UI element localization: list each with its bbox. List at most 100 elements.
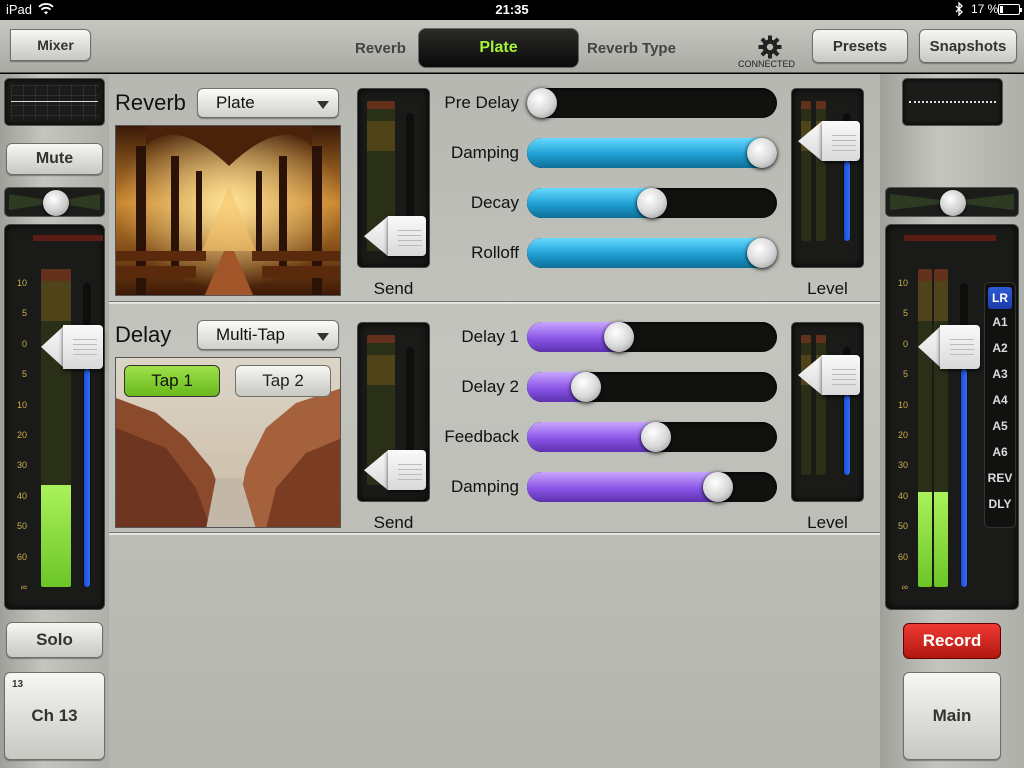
reverb-type-dropdown[interactable]: Plate [197,88,339,118]
solo-button[interactable]: Solo [6,622,103,658]
channel-fader-handle[interactable] [41,324,103,369]
slider-knob[interactable] [571,372,601,402]
section-divider [109,533,880,535]
delay-level-label: Level [807,513,848,532]
clock: 21:35 [495,2,529,17]
slider-knob[interactable] [641,422,672,452]
bus-item-a6[interactable]: A6 [985,439,1015,465]
reverb-level-fader-panel [791,88,864,268]
delay-send-label: Send [373,513,414,532]
scale-tick-label: 0 [21,338,27,349]
bus-item-a3[interactable]: A3 [985,361,1015,387]
scale-tick-label: 50 [16,521,27,532]
snapshots-button[interactable]: Snapshots [919,29,1017,63]
reverb-param-row: Damping [409,138,787,170]
mute-button[interactable]: Mute [6,143,103,175]
delay-param-label: Feedback [444,427,519,446]
reverb-level-fader-handle[interactable] [798,121,860,162]
scale-tick-label: 10 [16,278,27,288]
back-to-mixer-button[interactable]: Mixer [10,29,91,61]
slider-knob[interactable] [703,472,733,502]
delay-param-row: Delay 2 [409,372,787,404]
delay-param-slider[interactable] [527,422,777,452]
status-bar: iPad 21:35 17 % [0,0,1024,20]
slider-knob[interactable] [747,238,777,268]
right-main-strip: 10 5 0 5 10 20 30 40 50 60 ∞ LR A1 A2 A3 A4 A5 A6 REV DLY … [880,74,1024,768]
scale-tick-label: 30 [16,460,27,471]
bluetooth-icon [955,2,963,16]
battery-fill [1000,6,1004,13]
fader-scale: 10 5 0 5 10 20 30 40 50 60 ∞ [5,225,27,611]
delay-type-dropdown[interactable]: Multi-Tap [197,320,339,350]
main-meter-r [934,269,948,587]
bus-item-a2[interactable]: A2 [985,335,1015,361]
delay-param-slider[interactable] [527,472,777,502]
battery-icon [998,4,1022,15]
reverb-param-slider[interactable] [527,188,777,218]
scale-tick-label: 30 [897,460,908,471]
bus-item-dly[interactable]: DLY [985,491,1015,517]
bus-item-rev[interactable]: REV [985,465,1015,491]
main-eq-thumbnail[interactable] [902,78,1003,126]
reverb-label: Reverb [355,40,406,57]
slider-knob[interactable] [747,138,777,168]
main-mix-button[interactable]: Main [903,672,1001,760]
scale-tick-label: 20 [897,430,908,440]
pan-control[interactable] [4,187,105,217]
eq-thumbnail[interactable] [4,78,105,126]
reverb-param-row: Decay [409,188,787,220]
presets-button[interactable]: Presets [812,29,908,63]
main-pan-knob[interactable] [940,190,966,216]
battery-percent: 17 % [971,2,999,16]
left-channel-strip: Mute 10 5 0 5 10 20 30 40 50 60 ∞ Solo 13 Ch 13 [0,74,109,768]
slider-knob[interactable] [604,322,634,352]
scale-tick-label: 40 [16,490,27,501]
slider-knob[interactable] [527,88,557,118]
scale-tick-label: 60 [897,551,908,562]
scale-tick-label: 10 [897,278,908,288]
delay-param-row: Damping [409,472,787,504]
reverb-type-label: Reverb Type [587,40,676,57]
main-fader-handle[interactable] [918,324,980,369]
bus-selector: LR A1 A2 A3 A4 A5 A6 REV DLY [984,282,1016,528]
scale-tick-label: 0 [902,338,908,349]
bus-item-a4[interactable]: A4 [985,387,1015,413]
delay-param-label: Damping [450,477,519,496]
delay-param-slider[interactable] [527,372,777,402]
top-toolbar: Mixer Reverb Plate Reverb Type CONNECTED… [0,20,1024,73]
delay-param-row: Delay 1 [409,322,787,354]
scale-tick-label: 10 [16,399,27,410]
delay-title: Delay [115,322,172,347]
reverb-param-slider[interactable] [527,238,777,268]
main-fader-scale: 10 5 0 5 10 20 30 40 50 60 ∞ [886,225,908,611]
pan-knob[interactable] [42,190,69,216]
channel-name: Ch 13 [31,706,78,725]
bus-item-a1[interactable]: A1 [985,309,1015,335]
record-button[interactable]: Record [903,623,1001,659]
reverb-param-label: Damping [450,143,519,162]
channel-fader-panel: 10 5 0 5 10 20 30 40 50 60 ∞ [4,224,105,610]
bus-item-a5[interactable]: A5 [985,413,1015,439]
reverb-param-row: Pre Delay [409,88,787,120]
delay-level-fader-panel [791,322,864,502]
slider-knob[interactable] [637,188,667,218]
tap2-button[interactable]: Tap 2 [235,365,331,397]
delay-level-fader-handle[interactable] [798,355,860,396]
delay-param-label: Delay 2 [461,377,519,396]
reverb-type-selector[interactable]: Plate [418,28,579,68]
reverb-param-slider[interactable] [527,138,777,168]
delay-param-slider[interactable] [527,322,777,352]
gear-icon[interactable] [758,35,782,59]
reverb-param-label: Pre Delay [444,93,519,112]
level-meter [41,269,71,587]
tap1-button[interactable]: Tap 1 [124,365,220,397]
slider-fill [527,238,777,268]
reverb-param-slider[interactable] [527,88,777,118]
channel-select-button[interactable]: 13 Ch 13 [4,672,105,760]
scale-tick-label: 20 [16,430,27,440]
scale-tick-label: 5 [21,308,27,319]
channel-number: 13 [12,679,24,690]
reverb-param-row: Rolloff [409,238,787,270]
bus-item-lr[interactable]: LR [988,287,1012,309]
main-pan-control[interactable] [885,187,1019,217]
